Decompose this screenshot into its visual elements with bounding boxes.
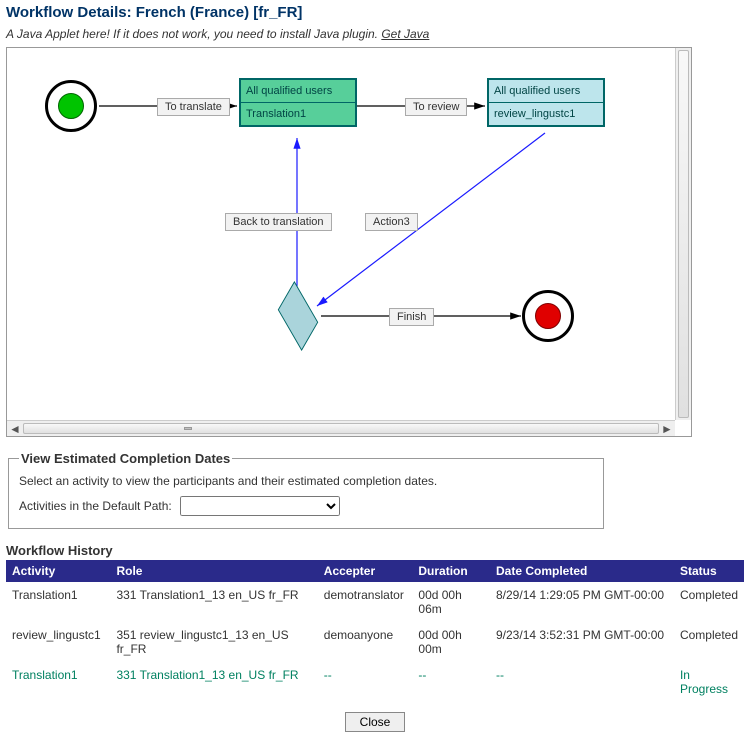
- edge-back: Back to translation: [225, 213, 332, 231]
- edge-to-translate: To translate: [157, 98, 230, 116]
- applet-note-text: A Java Applet here! If it does not work,…: [6, 27, 381, 41]
- hscroll-left-icon[interactable]: ◄: [7, 421, 23, 437]
- diagram-hscroll[interactable]: ◄ ►: [7, 420, 675, 436]
- completion-dates-panel: View Estimated Completion Dates Select a…: [8, 451, 604, 529]
- task-review-line1: All qualified users: [489, 80, 603, 103]
- task-review-line2: review_lingustc1: [489, 103, 603, 125]
- col-accepter: Accepter: [318, 560, 413, 582]
- task-translation-line1: All qualified users: [241, 80, 355, 103]
- edge-to-review: To review: [405, 98, 467, 116]
- start-node[interactable]: [45, 80, 97, 132]
- hscroll-right-icon[interactable]: ►: [659, 421, 675, 437]
- table-row: Translation1 331 Translation1_13 en_US f…: [6, 582, 744, 622]
- completion-text: Select an activity to view the participa…: [19, 474, 593, 488]
- col-status: Status: [674, 560, 744, 582]
- table-row: Translation1 331 Translation1_13 en_US f…: [6, 662, 744, 702]
- get-java-link[interactable]: Get Java: [381, 27, 429, 41]
- task-translation[interactable]: All qualified users Translation1: [239, 78, 357, 127]
- task-review[interactable]: All qualified users review_lingustc1: [487, 78, 605, 127]
- workflow-history-title: Workflow History: [6, 543, 744, 558]
- completion-legend: View Estimated Completion Dates: [19, 451, 232, 466]
- page-title: Workflow Details: French (France) [fr_FR…: [6, 4, 744, 21]
- end-node[interactable]: [522, 290, 574, 342]
- decision-node[interactable]: [278, 281, 318, 351]
- col-role: Role: [110, 560, 317, 582]
- table-row: review_lingustc1 351 review_lingustc1_13…: [6, 622, 744, 662]
- col-activity: Activity: [6, 560, 110, 582]
- applet-note: A Java Applet here! If it does not work,…: [6, 27, 744, 41]
- edge-action3: Action3: [365, 213, 418, 231]
- edge-finish: Finish: [389, 308, 434, 326]
- diagram-canvas[interactable]: All qualified users Translation1 All qua…: [7, 48, 675, 420]
- default-path-select[interactable]: [180, 496, 340, 516]
- completion-label: Activities in the Default Path:: [19, 499, 172, 513]
- task-translation-line2: Translation1: [241, 103, 355, 125]
- close-button[interactable]: Close: [345, 712, 406, 732]
- col-duration: Duration: [412, 560, 490, 582]
- diagram-vscroll[interactable]: [675, 48, 691, 420]
- col-date-completed: Date Completed: [490, 560, 674, 582]
- workflow-history-table: Activity Role Accepter Duration Date Com…: [6, 560, 744, 702]
- workflow-diagram: All qualified users Translation1 All qua…: [6, 47, 692, 437]
